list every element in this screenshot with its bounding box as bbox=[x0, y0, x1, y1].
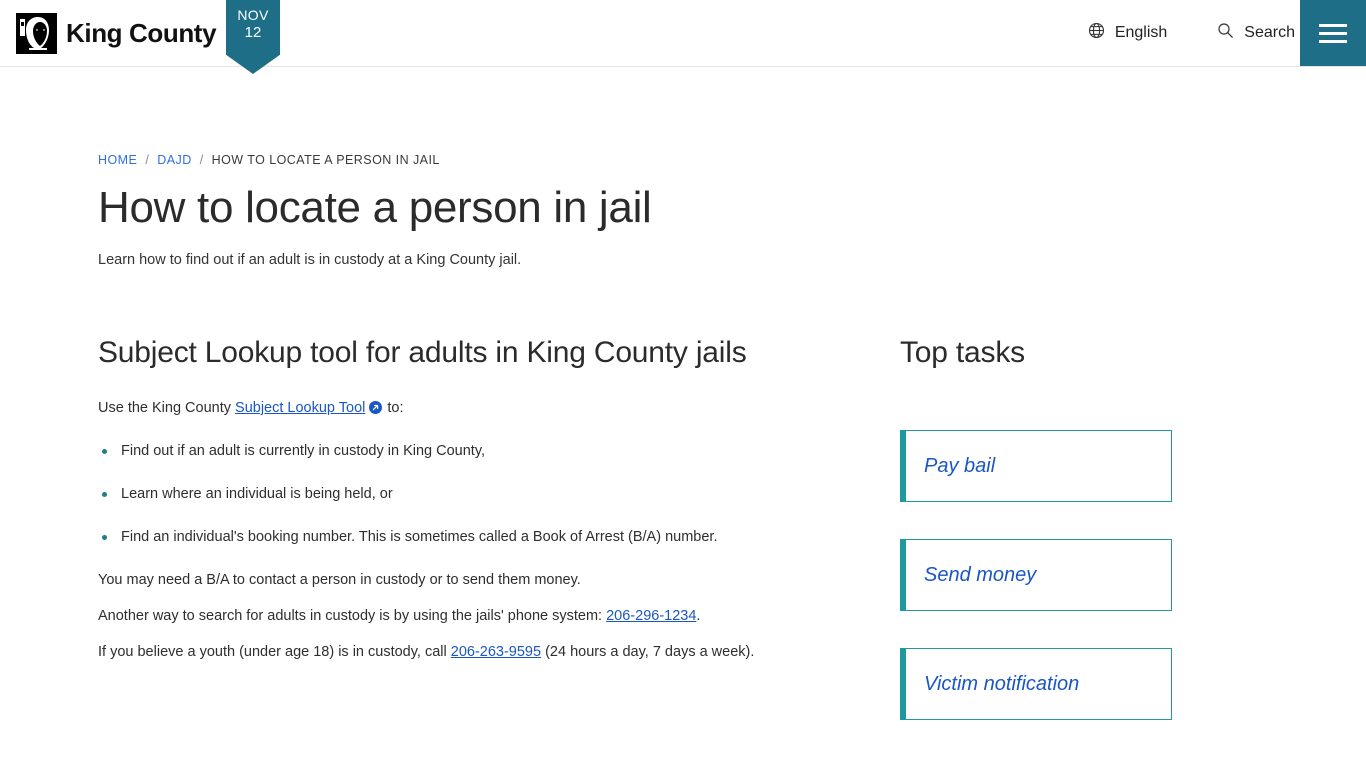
search-button[interactable]: Search bbox=[1217, 22, 1295, 44]
list-item: Learn where an individual is being held,… bbox=[98, 484, 810, 505]
intro-paragraph: Use the King County Subject Lookup Tool … bbox=[98, 398, 810, 421]
language-selector[interactable]: English bbox=[1088, 22, 1167, 44]
external-link-icon bbox=[369, 400, 383, 421]
main-content-column: Subject Lookup tool for adults in King C… bbox=[98, 335, 810, 663]
intro-prefix: Use the King County bbox=[98, 400, 236, 416]
breadcrumb: HOME / DAJD / HOW TO LOCATE A PERSON IN … bbox=[98, 153, 1268, 167]
top-task-label: Pay bail bbox=[924, 455, 996, 477]
globe-icon bbox=[1088, 22, 1105, 44]
top-task-card-send-money[interactable]: Send money bbox=[900, 539, 1172, 611]
note-paragraph-phone-system: Another way to search for adults in cust… bbox=[98, 606, 810, 627]
hamburger-menu-icon-bar-3 bbox=[1319, 39, 1347, 43]
youth-phone-number-link[interactable]: 206-263-9595 bbox=[451, 644, 541, 660]
brand-home-link[interactable]: King County bbox=[16, 13, 217, 54]
note-2-suffix: . bbox=[696, 608, 701, 624]
date-ribbon: NOV 12 bbox=[226, 0, 280, 74]
intro-suffix: to: bbox=[383, 400, 404, 416]
search-label: Search bbox=[1244, 24, 1295, 41]
page-subtitle: Learn how to find out if an adult is in … bbox=[98, 252, 522, 268]
language-label: English bbox=[1114, 24, 1168, 41]
top-tasks-heading: Top tasks bbox=[900, 336, 1025, 369]
brand-name: King County bbox=[66, 18, 217, 48]
hamburger-menu-icon bbox=[1319, 23, 1347, 27]
top-task-card-victim-notification[interactable]: Victim notification bbox=[900, 648, 1172, 720]
section-heading: Subject Lookup tool for adults in King C… bbox=[98, 336, 747, 369]
breadcrumb-separator-1: / bbox=[145, 153, 150, 167]
header-tools: English Search bbox=[1088, 0, 1295, 66]
subject-lookup-tool-link[interactable]: Subject Lookup Tool bbox=[235, 400, 365, 416]
site-header: King County NOV 12 English Search bbox=[0, 0, 1366, 74]
list-item: Find out if an adult is currently in cus… bbox=[98, 441, 810, 462]
search-icon bbox=[1217, 22, 1234, 44]
note-2-prefix: Another way to search for adults in cust… bbox=[98, 608, 607, 624]
top-task-card-pay-bail[interactable]: Pay bail bbox=[900, 430, 1172, 502]
note-3-suffix: (24 hours a day, 7 days a week). bbox=[541, 644, 755, 660]
breadcrumb-item-current: HOW TO LOCATE A PERSON IN JAIL bbox=[211, 153, 440, 167]
date-ribbon-day: 12 bbox=[244, 24, 262, 41]
feature-bullet-list: Find out if an adult is currently in cus… bbox=[98, 441, 810, 548]
content-grid: Subject Lookup tool for adults in King C… bbox=[98, 335, 1268, 720]
note-3-prefix: If you believe a youth (under age 18) is… bbox=[98, 644, 451, 660]
breadcrumb-separator-2: / bbox=[199, 153, 204, 167]
note-paragraph-ba: You may need a B/A to contact a person i… bbox=[98, 572, 581, 588]
note-paragraph-youth: If you believe a youth (under age 18) is… bbox=[98, 642, 810, 663]
king-county-face-logo-icon bbox=[16, 13, 57, 54]
page-title: How to locate a person in jail bbox=[98, 183, 652, 232]
date-ribbon-month: NOV bbox=[237, 7, 269, 23]
hamburger-menu-icon-bar-2 bbox=[1319, 31, 1347, 35]
breadcrumb-item-home[interactable]: HOME bbox=[98, 153, 137, 167]
hamburger-menu-button[interactable] bbox=[1300, 0, 1366, 66]
page-body: HOME / DAJD / HOW TO LOCATE A PERSON IN … bbox=[0, 153, 1366, 720]
breadcrumb-item-dajd[interactable]: DAJD bbox=[157, 153, 191, 167]
list-item: Find an individual's booking number. Thi… bbox=[98, 527, 810, 548]
top-task-label: Victim notification bbox=[924, 673, 1080, 695]
top-tasks-sidebar: Top tasks Pay bail Send money Victim not… bbox=[900, 335, 1172, 720]
top-task-label: Send money bbox=[924, 564, 1037, 586]
jail-phone-number-link[interactable]: 206-296-1234 bbox=[606, 608, 696, 624]
